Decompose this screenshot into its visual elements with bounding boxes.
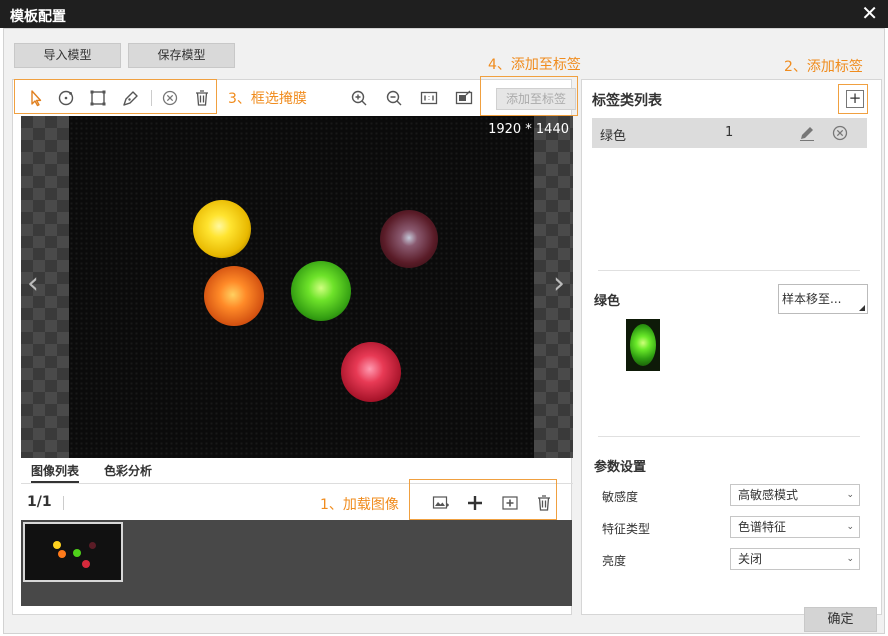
sensitivity-label: 敏感度 bbox=[602, 490, 639, 504]
thumb-dark-red-ball bbox=[89, 542, 96, 549]
dark-red-ball bbox=[380, 210, 438, 268]
thumb-orange-ball bbox=[58, 550, 66, 558]
rectangle-tool-icon[interactable] bbox=[89, 89, 107, 107]
add-image-icon[interactable] bbox=[466, 494, 484, 512]
sensitivity-value: 高敏感模式 bbox=[738, 488, 799, 502]
zoom-in-icon[interactable] bbox=[350, 89, 368, 107]
bottom-tabs: 图像列表 色彩分析 bbox=[21, 460, 573, 484]
tabs-divider bbox=[21, 483, 573, 484]
chevron-down-icon: ⌄ bbox=[846, 522, 854, 532]
image-thumbnail[interactable] bbox=[23, 522, 123, 582]
image-resolution: 1920 * 1440 bbox=[488, 122, 569, 137]
params-title: 参数设置 bbox=[594, 460, 647, 475]
fit-window-icon[interactable] bbox=[455, 89, 473, 107]
panel-divider bbox=[598, 270, 860, 271]
actual-size-icon[interactable] bbox=[420, 89, 438, 107]
delete-icon[interactable] bbox=[193, 89, 211, 107]
green-sample-thumbnail[interactable] bbox=[626, 319, 660, 371]
edit-pencil-icon[interactable] bbox=[798, 124, 816, 142]
move-sample-label: 样本移至... bbox=[782, 292, 842, 306]
sensitivity-select[interactable]: 高敏感模式 ⌄ bbox=[730, 484, 860, 506]
zoom-out-icon[interactable] bbox=[385, 89, 403, 107]
sample-image bbox=[69, 116, 534, 458]
dialog-body: 导入模型 保存模型 添加至标签 1920 * 1440 ‹ › 图像列表 色彩分… bbox=[3, 28, 885, 634]
title-bar: 模板配置 ✕ bbox=[0, 0, 888, 28]
ok-button[interactable]: 确定 bbox=[804, 607, 877, 632]
orange-ball bbox=[204, 266, 264, 326]
next-image-arrow[interactable]: › bbox=[553, 266, 565, 301]
polygon-pen-icon[interactable] bbox=[122, 89, 140, 107]
image-thumbnail-list bbox=[21, 520, 572, 606]
green-ball bbox=[291, 261, 351, 321]
tag-sample-count: 1 bbox=[725, 125, 734, 140]
tag-settings-panel: 标签类列表 + 绿色 1 绿色 样本移至... 参数设置 敏感度 高敏感模式 ⌄ bbox=[581, 79, 882, 615]
remove-tag-icon[interactable] bbox=[831, 124, 849, 142]
tag-list-item[interactable]: 绿色 1 bbox=[592, 118, 867, 148]
circle-tool-icon[interactable] bbox=[57, 89, 75, 107]
move-sample-button[interactable]: 样本移至... bbox=[778, 284, 868, 314]
close-icon[interactable]: ✕ bbox=[861, 2, 878, 24]
tab-color-analysis[interactable]: 色彩分析 bbox=[104, 462, 152, 479]
chevron-down-icon: ⌄ bbox=[846, 490, 854, 500]
import-model-button[interactable]: 导入模型 bbox=[14, 43, 121, 68]
feature-type-select[interactable]: 色谱特征 ⌄ bbox=[730, 516, 860, 538]
brightness-value: 关闭 bbox=[738, 552, 763, 566]
annotation-step2: 2、添加标签 bbox=[784, 59, 863, 75]
add-image-folder-icon[interactable] bbox=[501, 494, 519, 512]
chevron-down-icon: ⌄ bbox=[846, 554, 854, 564]
image-editor-panel: 添加至标签 1920 * 1440 ‹ › 图像列表 色彩分析 1/1 bbox=[12, 79, 576, 615]
params-divider bbox=[598, 436, 860, 437]
feature-type-value: 色谱特征 bbox=[738, 520, 787, 534]
feature-type-label: 特征类型 bbox=[602, 522, 651, 536]
select-arrow-icon[interactable] bbox=[27, 89, 45, 107]
window-title: 模板配置 bbox=[10, 9, 66, 25]
previous-image-arrow[interactable]: ‹ bbox=[27, 266, 39, 301]
counter-divider bbox=[63, 496, 64, 510]
add-tag-button[interactable]: + bbox=[846, 90, 864, 108]
delete-image-icon[interactable] bbox=[535, 494, 553, 512]
tag-name: 绿色 bbox=[600, 129, 627, 144]
annotation-step3: 3、框选掩膜 bbox=[228, 91, 307, 107]
load-image-icon[interactable] bbox=[432, 494, 450, 512]
clear-icon[interactable] bbox=[161, 89, 179, 107]
dropdown-corner-icon bbox=[859, 305, 865, 311]
yellow-ball bbox=[193, 200, 251, 258]
thumb-yellow-ball bbox=[53, 541, 61, 549]
add-to-tag-button[interactable]: 添加至标签 bbox=[496, 88, 576, 110]
save-model-button[interactable]: 保存模型 bbox=[128, 43, 235, 68]
tag-list-title: 标签类列表 bbox=[592, 93, 662, 109]
green-sample-blob bbox=[630, 324, 656, 366]
selected-tag-title: 绿色 bbox=[594, 294, 621, 309]
image-counter: 1/1 bbox=[27, 494, 52, 510]
brightness-label: 亮度 bbox=[602, 554, 627, 568]
annotation-step4: 4、添加至标签 bbox=[488, 57, 581, 73]
tab-image-list[interactable]: 图像列表 bbox=[31, 462, 80, 483]
toolbar-divider bbox=[151, 90, 152, 106]
red-ball bbox=[341, 342, 401, 402]
thumb-green-ball bbox=[73, 549, 81, 557]
thumb-red-ball bbox=[82, 560, 90, 568]
brightness-select[interactable]: 关闭 ⌄ bbox=[730, 548, 860, 570]
annotation-step1: 1、加载图像 bbox=[320, 497, 399, 513]
image-canvas[interactable]: 1920 * 1440 ‹ › bbox=[21, 116, 573, 458]
